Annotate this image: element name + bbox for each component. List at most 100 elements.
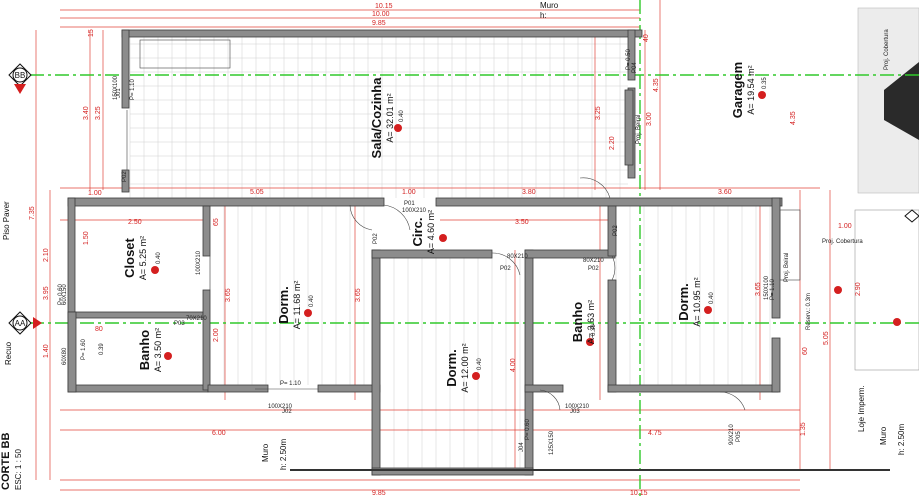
dim-340: 3.40 <box>83 106 90 120</box>
dim-220: 2.20 <box>609 136 616 150</box>
room-name: Dorm. <box>676 283 691 321</box>
dim-735: 7.35 <box>29 206 36 220</box>
tag-100x210: 100X210 <box>196 250 202 275</box>
level-banho-1: 0.39 <box>99 343 105 355</box>
dim-040: 40 <box>643 34 650 42</box>
annotations: Piso Paver Recuo Muro h: 2.50m Muro h: 2… <box>2 1 906 470</box>
loje-label: Loje Imperm. <box>857 385 866 432</box>
room-sala-cozinha: Sala/Cozinha A= 32.01 m² <box>369 77 395 159</box>
tag-70x210: 70X210 <box>186 316 207 322</box>
muro-right-label: Muro <box>879 426 888 445</box>
muro-left-height: h: 2.50m <box>279 439 288 470</box>
dim-250: 2.50 <box>128 219 142 226</box>
dim-210: 2.10 <box>43 248 50 262</box>
dim-080: 80 <box>95 326 103 333</box>
tag-pe050: P= 0.50 <box>626 48 632 70</box>
dim-140: 1.40 <box>43 344 50 358</box>
tag-p02b: P02 <box>373 233 379 244</box>
top-h-label: h: <box>540 11 547 20</box>
room-name: Dorm. <box>276 286 291 324</box>
room-dorm-1: Dorm. A= 11.68 m² <box>276 281 302 330</box>
dim-325: 3.25 <box>95 106 102 120</box>
tag-80x210-b: 80X210 <box>583 258 604 264</box>
axis-marker-bb: BB <box>8 63 32 94</box>
tag-80x210: 80X210 <box>507 254 528 260</box>
garden-box <box>854 209 919 371</box>
tag-100x210-b: 100X210 <box>268 404 293 410</box>
level-dorm-3: 0.40 <box>477 358 483 370</box>
dim-top2: 10.00 <box>372 11 390 18</box>
top-muro-label: Muro <box>540 1 559 10</box>
room-circ: Circ. A= 4.60 m² <box>410 210 436 254</box>
dim-150: 1.50 <box>83 231 90 245</box>
proj-cobertura-top: Proj. Cobertura <box>884 29 890 70</box>
tag-60x80: 60X80 <box>62 347 68 365</box>
proj-beiral-2: Proj. Beiral <box>636 115 642 144</box>
dim-sala-w: 5.05 <box>250 189 264 196</box>
tag-pe110-c: P= 1.10 <box>770 278 776 300</box>
room-area: A= 3.63 m² <box>586 300 596 344</box>
level-dorm-1: 0.40 <box>309 295 315 307</box>
piso-paver-label: Piso Paver <box>2 201 11 240</box>
room-area: A= 12.00 m² <box>460 343 470 392</box>
tag-90x210: 90X210 <box>729 424 735 445</box>
dim-365-b: 3.65 <box>355 288 362 302</box>
tag-150x100: 150X100 <box>113 75 119 100</box>
muro-left-label: Muro <box>261 443 270 462</box>
dim-015: 15 <box>88 29 95 37</box>
proj-beiral-label: Proj. Beiral <box>784 253 790 282</box>
tag-pe060-b: P= 0.60 <box>525 418 531 440</box>
dim-400: 4.00 <box>510 358 517 372</box>
room-banho-1: Banho A= 3.50 m² <box>137 328 163 372</box>
room-dorm-3: Dorm. A= 12.00 m² <box>444 343 470 392</box>
tag-p02: P02 <box>122 171 128 182</box>
tag-p01: P01 <box>404 201 415 207</box>
tag-pe060: P= 0.60 <box>58 283 64 305</box>
section-scale-text: ESC: 1 : 50 <box>14 449 23 490</box>
walls <box>67 29 783 476</box>
room-area: A= 3.50 m² <box>153 328 163 372</box>
room-closet: Closet A= 5.25 m² <box>122 236 148 280</box>
dim-bot1: 9.85 <box>372 490 386 497</box>
section-title-text: CORTE BB <box>0 433 12 491</box>
dim-325-b: 3.25 <box>595 106 602 120</box>
dim-bot2: 10.15 <box>630 490 648 497</box>
dim-435: 4.35 <box>653 78 660 92</box>
room-area: A= 5.25 m² <box>138 236 148 280</box>
axis-aa-label: AA <box>15 319 26 328</box>
dim-top3: 9.85 <box>372 20 386 27</box>
dim-top1: 10.15 <box>375 3 393 10</box>
dim-360: 3.60 <box>718 189 732 196</box>
section-title: CORTE BB ESC: 1 : 50 <box>0 433 23 491</box>
dim-475: 4.75 <box>648 430 662 437</box>
tag-pe110: P= 1.10 <box>130 78 136 100</box>
tag-j04: J04 <box>519 442 525 452</box>
room-dorm-2: Dorm. A= 10.95 m² <box>676 277 702 326</box>
floor-plan: BB AA Sala/Cozinha A= 32.01 m² Garagem A… <box>0 0 919 497</box>
tag-pe160: P= 1.60 <box>81 338 87 360</box>
tag-100x210-d: 100X210 <box>565 404 590 410</box>
axis-marker-aa: AA <box>8 311 42 335</box>
dim-380: 3.80 <box>522 189 536 196</box>
tag-pe110-b: P= 1.10 <box>280 381 302 387</box>
room-garagem: Garagem A= 19.54 m² <box>730 62 756 118</box>
dim-600: 6.00 <box>212 430 226 437</box>
tag-p02c: P02 <box>500 266 511 272</box>
dim-135: 1.35 <box>800 422 807 436</box>
dim-290: 2.90 <box>855 282 862 296</box>
recuo-label: Recuo <box>4 341 13 365</box>
dim-060: 60 <box>802 347 809 355</box>
dim-200: 2.00 <box>213 328 220 342</box>
room-area: A= 19.54 m² <box>746 65 756 114</box>
room-name: Banho <box>137 330 152 371</box>
dim-365-c: 3.65 <box>755 282 762 296</box>
dim-365: 3.65 <box>225 288 232 302</box>
dim-100-b: 1.00 <box>838 223 852 230</box>
dim-100: 1.00 <box>402 189 416 196</box>
level-closet: 0.40 <box>156 252 162 264</box>
level-garagem: 0.35 <box>762 77 768 89</box>
tag-p05: P05 <box>736 431 742 442</box>
tag-125x150: 125X150 <box>549 430 555 455</box>
dim-350: 3.50 <box>515 219 529 226</box>
proj-cobertura-mid: Proj. Cobertura <box>822 239 863 245</box>
